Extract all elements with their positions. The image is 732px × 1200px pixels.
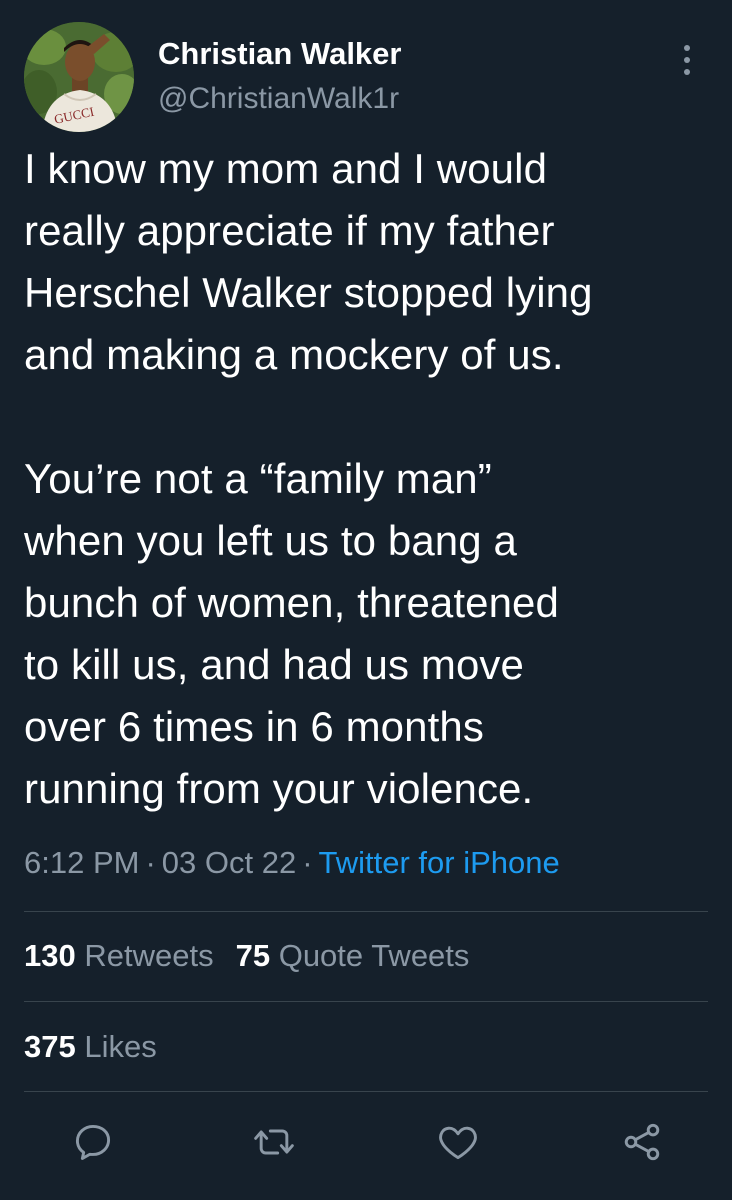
quote-tweets-count: 75 bbox=[235, 938, 271, 973]
retweet-button[interactable] bbox=[250, 1118, 298, 1166]
avatar-image: GUCCI bbox=[24, 22, 134, 132]
likes-count: 375 bbox=[24, 1029, 76, 1064]
tweet-date[interactable]: 03 Oct 22 bbox=[162, 845, 296, 880]
meta-separator: · bbox=[145, 845, 156, 880]
likes-stats: 375 Likes bbox=[24, 1029, 157, 1065]
tweet-detail: GUCCI Christian Walker @ChristianWalk1r … bbox=[0, 0, 732, 1200]
divider bbox=[24, 1091, 708, 1092]
tweet-time[interactable]: 6:12 PM bbox=[24, 845, 139, 880]
tweet-meta: 6:12 PM · 03 Oct 22 · Twitter for iPhone bbox=[24, 845, 560, 881]
quote-tweets-stat[interactable]: 75 Quote Tweets bbox=[236, 938, 470, 973]
author-name[interactable]: Christian Walker bbox=[158, 36, 401, 72]
retweets-stat[interactable]: 130 Retweets bbox=[24, 938, 214, 973]
retweets-count: 130 bbox=[24, 938, 76, 973]
share-button[interactable] bbox=[618, 1118, 666, 1166]
reply-icon bbox=[75, 1124, 111, 1160]
avatar[interactable]: GUCCI bbox=[24, 22, 134, 132]
divider bbox=[24, 911, 708, 912]
reply-button[interactable] bbox=[69, 1118, 117, 1166]
tweet-text: I know my mom and I would really appreci… bbox=[24, 145, 593, 812]
likes-stat[interactable]: 375 Likes bbox=[24, 1029, 157, 1064]
quote-tweets-label: Quote Tweets bbox=[278, 938, 470, 973]
share-icon bbox=[624, 1123, 660, 1161]
divider bbox=[24, 1001, 708, 1002]
author-handle[interactable]: @ChristianWalk1r bbox=[158, 82, 399, 116]
retweet-icon bbox=[254, 1129, 294, 1155]
likes-label: Likes bbox=[84, 1029, 157, 1064]
more-options-icon[interactable] bbox=[672, 40, 702, 80]
share-stats: 130 Retweets 75 Quote Tweets bbox=[24, 938, 469, 974]
tweet-source-link[interactable]: Twitter for iPhone bbox=[319, 845, 560, 880]
retweets-label: Retweets bbox=[84, 938, 214, 973]
meta-separator: · bbox=[302, 845, 313, 880]
like-button[interactable] bbox=[434, 1118, 482, 1166]
like-icon bbox=[439, 1126, 477, 1160]
